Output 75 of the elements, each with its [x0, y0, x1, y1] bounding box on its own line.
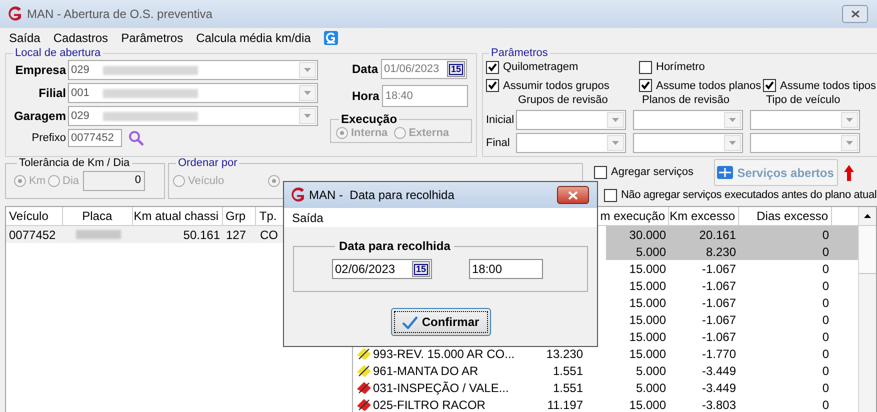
table-cell: -3.449	[702, 380, 736, 394]
field-label: Filial	[38, 85, 66, 102]
table-cell: 0	[822, 228, 829, 242]
table-cell: 15.000	[629, 296, 666, 310]
radio-label: Veículo	[188, 174, 224, 189]
table-cell-text: 961-MANTA DO AR	[373, 362, 478, 380]
table-cell: 1.551	[552, 364, 583, 378]
table-cell: 15.000	[629, 346, 666, 360]
table-cell: 20.161	[699, 228, 736, 242]
table-cell-text: 127	[225, 226, 248, 244]
field-label: Empresa	[14, 62, 66, 79]
checkbox-label: Agregar serviços	[611, 165, 694, 180]
table-cell-text: CO	[259, 226, 279, 244]
group-title: Parâmetros	[490, 47, 549, 59]
table-cell: 0	[822, 312, 829, 326]
table-cell-text: 031-INSPEÇÃO / VALE...	[373, 380, 509, 396]
window-title: MAN - Abertura de O.S. preventiva	[27, 6, 212, 23]
table-cell: 0	[822, 346, 829, 360]
table-cell: 0	[822, 364, 829, 378]
checkbox-label: Horímetro	[656, 60, 705, 75]
table-cell-text: 0077452	[8, 226, 57, 244]
column-label: Grupos de revisão	[517, 94, 609, 107]
dialog-title: MAN - Data para recolhida	[309, 187, 454, 204]
table-cell: 15.000	[629, 398, 666, 412]
table-cell: 15.000	[629, 312, 666, 326]
table-cell: 13.230	[546, 346, 583, 360]
table-cell: -1.067	[702, 262, 736, 276]
row-label: Inicial	[486, 112, 516, 128]
column-label: Planos de revisão	[641, 94, 730, 107]
table-cell: -1.067	[702, 330, 736, 344]
table-cell: 1.551	[552, 380, 583, 394]
row-label: Final	[486, 136, 511, 151]
table-cell: 5.000	[636, 244, 666, 258]
table-cell: -1.067	[702, 278, 736, 292]
table-cell: 5.000	[636, 364, 666, 378]
radio-label: Externa	[408, 126, 450, 141]
table-cell-text: 993-REV. 15.000 AR CO...	[373, 346, 515, 362]
group-title: Tolerância de Km / Dia	[18, 157, 131, 169]
table-cell: 0	[822, 380, 829, 394]
radio-label: Interna	[351, 126, 388, 141]
group-title: Ordenar por	[177, 157, 238, 169]
checkbox-label: Assume todos planos	[656, 78, 762, 94]
table-cell: -1.770	[702, 346, 736, 360]
table-cell: 8.230	[706, 244, 736, 258]
column-label: Tipo de veículo	[765, 94, 842, 107]
table-cell: 11.197	[547, 398, 583, 412]
field-label: Prefixo	[30, 130, 66, 146]
checkbox-label: Não agregar serviços executados antes do plano atual	[621, 188, 877, 203]
table-cell-text: 025-FILTRO RACOR	[373, 396, 486, 412]
table-cell: -1.067	[702, 296, 736, 310]
table-cell: -3.803	[702, 398, 736, 412]
checkbox-label: Assumir todos grupos	[503, 78, 610, 94]
table-cell: 30.000	[629, 228, 666, 242]
table-cell: 0	[822, 262, 829, 276]
radio-label: Dia	[62, 174, 80, 189]
table-cell: 0	[822, 278, 829, 292]
field-label: Hora	[352, 88, 380, 105]
radio-label: Km	[29, 174, 46, 189]
table-cell: 0	[822, 244, 829, 258]
table-cell: -3.449	[702, 364, 736, 378]
field-label: Garagem	[12, 108, 66, 125]
checkbox-label: Quilometragem	[503, 60, 578, 75]
table-cell: 0	[822, 296, 829, 310]
checkbox-label: Assume todos tipos	[780, 78, 876, 94]
group-title: Execução	[340, 113, 398, 125]
field-label: Data	[352, 61, 378, 78]
table-cell: 15.000	[629, 278, 666, 292]
table-cell: 50.161	[183, 228, 220, 242]
table-cell: 15.000	[629, 330, 666, 344]
table-cell: 15.000	[629, 262, 666, 276]
table-cell: 0	[822, 398, 829, 412]
group-title: Local de abertura	[14, 47, 102, 59]
table-cell: -1.067	[702, 312, 736, 326]
table-cell: 0	[822, 330, 829, 344]
table-cell: 5.000	[636, 380, 666, 394]
